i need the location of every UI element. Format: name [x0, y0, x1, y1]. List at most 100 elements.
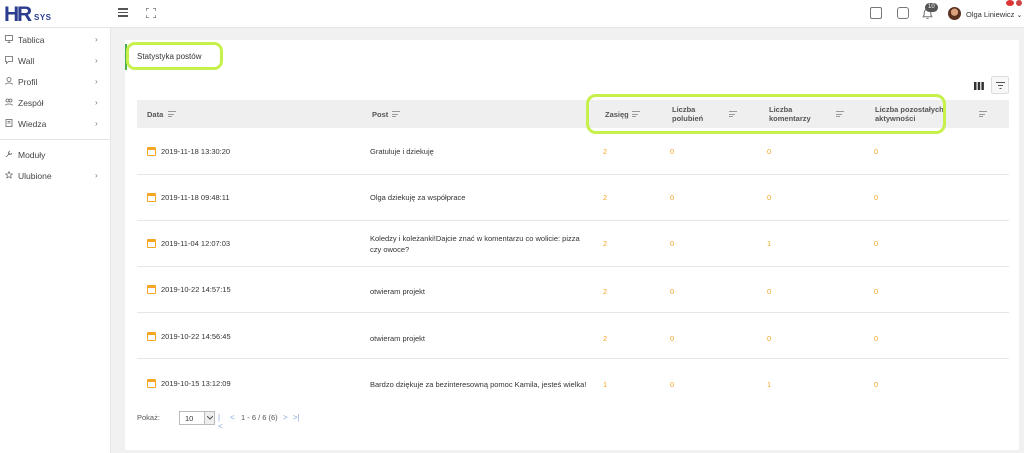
cell-other: 0: [874, 147, 879, 156]
monitor-icon: [5, 35, 13, 43]
cell-post[interactable]: Koledzy i koleżanki!Dajcie znać w koment…: [370, 233, 590, 255]
flag-en-icon[interactable]: [1016, 0, 1022, 6]
sidebar-item-wall[interactable]: Wall ›: [0, 51, 111, 71]
cell-likes: 0: [670, 380, 675, 389]
table-row[interactable]: 2019-11-18 09:48:11 Olga dziekuję za wsp…: [137, 175, 1009, 221]
table-row[interactable]: 2019-11-18 13:30:20 Gratuluje i dziekuję…: [137, 129, 1009, 175]
cell-comments: 0: [767, 334, 772, 343]
cell-comments: 0: [767, 287, 772, 296]
page-size-select[interactable]: 10: [179, 411, 215, 425]
cell-post[interactable]: otwieram projekt: [370, 286, 590, 297]
cell-post[interactable]: Olga dziekuję za współprace: [370, 192, 590, 203]
filter-icon: [996, 82, 1005, 89]
cell-likes: 0: [670, 287, 675, 296]
sidebar-divider: [0, 139, 111, 140]
sidebar-item-zespol[interactable]: Zespół ›: [0, 93, 111, 113]
cell-reach: 2: [603, 287, 608, 296]
logo-letter-r: R: [17, 3, 33, 26]
sidebar-item-label: Profil: [18, 77, 38, 87]
cell-reach: 2: [603, 193, 608, 202]
cell-post[interactable]: Bardzo dziękuje za bezinteresowną pomoc …: [370, 379, 610, 390]
chevron-right-icon: ›: [95, 56, 98, 65]
clipboard-icon[interactable]: [870, 7, 882, 19]
table-row[interactable]: 2019-10-15 13:12:09 Bardzo dziękuje za b…: [137, 359, 1009, 405]
next-page-button[interactable]: >: [283, 413, 288, 422]
logo-sys: SYS: [34, 13, 52, 22]
page-range: 1 - 6 / 6 (6): [241, 413, 278, 422]
sort-icon[interactable]: [392, 111, 400, 117]
cell-reach: 2: [603, 239, 608, 248]
cell-post[interactable]: Gratuluje i dziekuję: [370, 146, 590, 157]
chevron-right-icon: ›: [95, 77, 98, 86]
column-header-post[interactable]: Post: [372, 100, 432, 128]
sidebar-item-tablica[interactable]: Tablica ›: [0, 30, 111, 50]
cell-date: 2019-11-18 13:30:20: [161, 147, 231, 156]
cell-other: 0: [874, 193, 879, 202]
wrench-icon: [5, 151, 12, 158]
chevron-right-icon: ›: [95, 119, 98, 128]
message-icon[interactable]: [897, 7, 909, 19]
sidebar-item-label: Moduły: [18, 150, 46, 160]
column-header-data[interactable]: Data: [147, 100, 207, 128]
sidebar-item-wiedza[interactable]: Wiedza ›: [0, 114, 111, 134]
cell-likes: 0: [670, 239, 675, 248]
cell-other: 0: [874, 334, 879, 343]
cell-likes: 0: [670, 334, 675, 343]
sidebar-item-label: Ulubione: [18, 171, 52, 181]
calendar-icon: [147, 332, 156, 341]
cell-comments: 1: [767, 380, 772, 389]
sidebar-item-moduly[interactable]: Moduły: [0, 145, 111, 165]
calendar-icon: [147, 239, 156, 248]
sidebar-item-label: Wiedza: [18, 119, 47, 129]
fullscreen-icon[interactable]: [146, 8, 156, 18]
first-page-button[interactable]: |<: [218, 413, 223, 431]
sidebar-item-label: Tablica: [18, 35, 45, 45]
cell-date: 2019-11-18 09:48:11: [161, 193, 230, 202]
cell-date: 2019-10-22 14:57:15: [161, 285, 231, 294]
sort-icon[interactable]: [168, 111, 176, 117]
last-page-button[interactable]: >|: [293, 413, 300, 422]
table-row[interactable]: 2019-11-04 12:07:03 Koledzy i koleżanki!…: [137, 221, 1009, 267]
person-icon: [5, 77, 13, 85]
table-row[interactable]: 2019-10-22 14:57:15 otwieram projekt 2 0…: [137, 267, 1009, 313]
cell-comments: 0: [767, 147, 772, 156]
menu-toggle-icon[interactable]: [118, 8, 128, 17]
top-bar: H R SYS 10 Olga Liniewicz ⌄: [0, 0, 1024, 28]
chevron-right-icon: ›: [95, 171, 98, 180]
star-icon: [5, 171, 13, 179]
sidebar-item-profil[interactable]: Profil ›: [0, 72, 111, 92]
user-avatar[interactable]: [948, 7, 961, 20]
cell-other: 0: [874, 287, 879, 296]
cell-comments: 0: [767, 193, 772, 202]
flag-pl-icon[interactable]: [1006, 0, 1014, 6]
calendar-icon: [147, 379, 156, 388]
cell-reach: 2: [603, 334, 608, 343]
user-name[interactable]: Olga Liniewicz ⌄: [966, 10, 1022, 19]
filter-button[interactable]: [991, 76, 1009, 94]
sort-icon[interactable]: [979, 111, 987, 117]
table-row[interactable]: 2019-10-22 14:56:45 otwieram projekt 2 0…: [137, 313, 1009, 359]
prev-page-button[interactable]: <: [230, 413, 235, 422]
cell-post[interactable]: otwieram projekt: [370, 333, 590, 344]
main-panel: Statystyka postów Data Post Zasięg Liczb…: [125, 40, 1019, 450]
hrsys-logo[interactable]: H R SYS: [4, 3, 54, 26]
title-highlight-outline: [126, 42, 223, 70]
sidebar-item-label: Wall: [18, 56, 35, 66]
page-size-value: 10: [185, 414, 194, 423]
chat-icon: [5, 56, 13, 64]
page-size-label: Pokaż:: [137, 413, 160, 422]
cell-date: 2019-10-22 14:56:45: [161, 332, 231, 341]
cell-other: 0: [874, 380, 879, 389]
chevron-right-icon: ›: [95, 35, 98, 44]
cell-other: 0: [874, 239, 879, 248]
sidebar-item-ulubione[interactable]: Ulubione ›: [0, 166, 111, 186]
team-icon: [5, 98, 13, 106]
chevron-down-icon: [204, 412, 214, 424]
calendar-icon: [147, 147, 156, 156]
cell-date: 2019-10-15 13:12:09: [161, 379, 231, 388]
calendar-icon: [147, 285, 156, 294]
cell-date: 2019-11-04 12:07:03: [161, 239, 231, 248]
columns-highlight-outline: [586, 94, 946, 134]
columns-icon[interactable]: [974, 82, 984, 90]
sidebar: Tablica › Wall › Profil › Zespół › Wiedz…: [0, 28, 111, 453]
